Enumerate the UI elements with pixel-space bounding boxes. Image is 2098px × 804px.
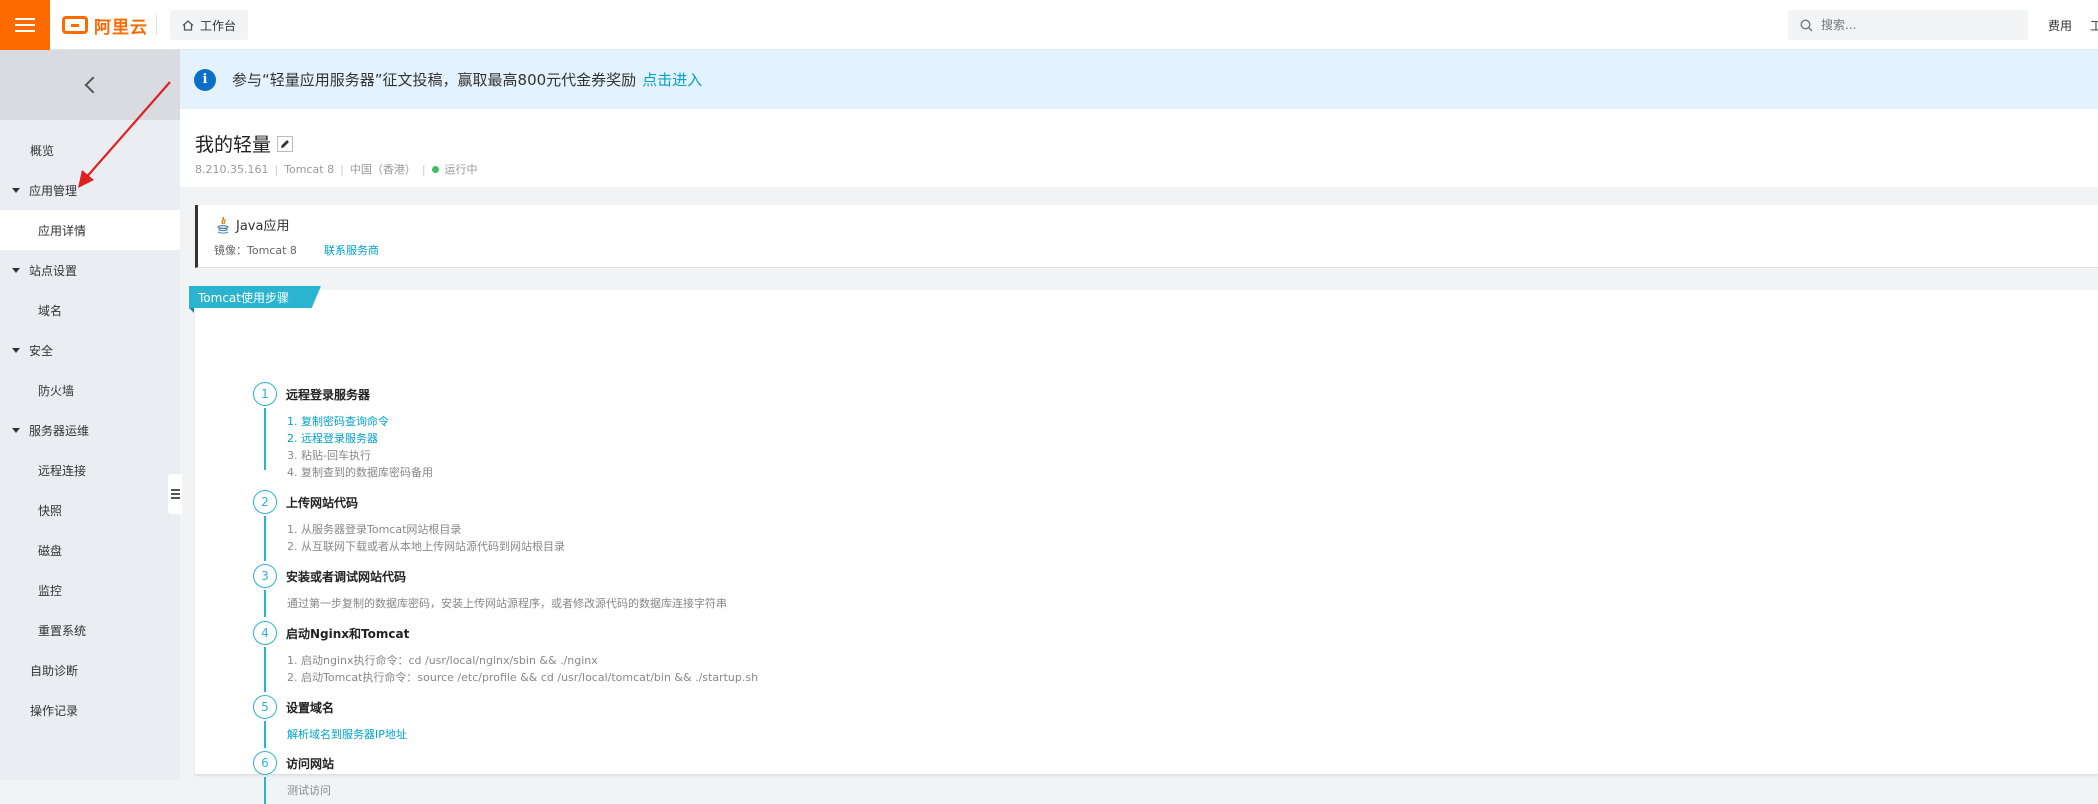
step-title: 启动Nginx和Tomcat <box>286 627 410 641</box>
server-image: Tomcat 8 <box>284 162 335 176</box>
caret-down-icon <box>12 267 20 273</box>
step-body: 1. 启动nginx执行命令：cd /usr/local/nginx/sbin … <box>287 652 758 686</box>
hamburger-menu-icon[interactable] <box>0 0 50 50</box>
list-icon <box>170 489 180 499</box>
step-body: 1. 从服务器登录Tomcat网站根目录 2. 从互联网下载或者从本地上传网站源… <box>287 521 565 555</box>
search-icon <box>1800 18 1813 31</box>
server-header: 我的轻量 8.210.35.161 | Tomcat 8 | 中国（香港） | … <box>180 109 2098 187</box>
remote-login-link[interactable]: 2. 远程登录服务器 <box>287 430 433 447</box>
home-icon <box>182 19 194 31</box>
annotation-arrow-icon <box>78 81 171 188</box>
step-line-text: 1. 启动nginx执行命令：cd /usr/local/nginx/sbin … <box>287 654 598 667</box>
steps-card: 1 远程登录服务器 1. 复制密码查询命令 2. 远程登录服务器 3. 粘贴-回… <box>195 290 2098 804</box>
sidebar-group-server-ops[interactable]: 服务器运维 <box>0 410 180 450</box>
step-line <box>264 516 266 561</box>
app-name: Java应用 <box>216 215 289 234</box>
sidebar-item-disk[interactable]: 磁盘 <box>0 530 180 570</box>
sidebar-group-label: 站点设置 <box>29 263 78 278</box>
caret-down-icon <box>12 347 20 353</box>
notice-banner: i 参与“轻量应用服务器”征文投稿，赢取最高800元代金券奖励 点击进入 <box>180 50 2098 109</box>
meta-separator: | <box>340 162 344 176</box>
sidebar-item-remote-connect[interactable]: 远程连接 <box>0 450 180 490</box>
step-line-text: 3. 粘贴-回车执行 <box>287 449 371 462</box>
step-title: 访问网站 <box>286 757 335 771</box>
step-number: 6 <box>253 751 277 775</box>
sidebar-item-firewall[interactable]: 防火墙 <box>0 370 180 410</box>
step-line-text: 通过第一步复制的数据库密码，安装上传网站源程序，或者修改源代码的数据库连接字符串 <box>287 597 727 610</box>
badge-fold-decoration <box>189 308 194 313</box>
sidebar-item-reset-system[interactable]: 重置系统 <box>0 610 180 650</box>
status-dot-icon <box>431 165 439 173</box>
sidebar-item-monitor[interactable]: 监控 <box>0 570 180 610</box>
step-body: 测试访问 <box>287 782 331 799</box>
step-title: 安装或者调试网站代码 <box>286 570 407 584</box>
server-status: 运行中 <box>444 163 478 176</box>
step-line <box>264 777 266 804</box>
search-input[interactable] <box>1821 18 2011 32</box>
app-name-label: Java应用 <box>236 219 290 234</box>
server-region: 中国（香港） <box>349 163 416 176</box>
edit-icon[interactable] <box>277 135 294 152</box>
caret-down-icon <box>12 427 20 433</box>
step-line <box>264 590 266 617</box>
step-number: 1 <box>253 382 277 406</box>
step-line <box>264 721 266 748</box>
step-body: 1. 复制密码查询命令 2. 远程登录服务器 3. 粘贴-回车执行 4. 复制查… <box>287 413 433 481</box>
step-body: 通过第一步复制的数据库密码，安装上传网站源程序，或者修改源代码的数据库连接字符串 <box>287 595 727 612</box>
step-number: 2 <box>253 490 277 514</box>
caret-down-icon <box>12 187 20 193</box>
step-body: 解析域名到服务器IP地址 <box>287 726 407 743</box>
step-line-text: 测试访问 <box>287 784 331 797</box>
step-line <box>264 647 266 692</box>
aliyun-logo-icon <box>62 16 88 34</box>
step-line-text: 4. 复制查到的数据库密码备用 <box>287 466 433 479</box>
info-icon: i <box>194 68 216 91</box>
sidebar-item-app-detail[interactable]: 应用详情 <box>0 210 180 250</box>
divider <box>156 15 157 35</box>
top-bar: 阿里云 工作台 费用 工 <box>0 0 2098 50</box>
server-ip: 8.210.35.161 <box>195 162 269 176</box>
steps-badge: Tomcat使用步骤 <box>189 286 321 308</box>
app-mirror: 镜像：Tomcat 8 <box>214 244 297 257</box>
step-line-text: 2. 启动Tomcat执行命令：source /etc/profile && c… <box>287 671 759 684</box>
java-icon <box>216 216 230 234</box>
main-content: i 参与“轻量应用服务器”征文投稿，赢取最高800元代金券奖励 点击进入 我的轻… <box>180 50 2098 804</box>
step-number: 5 <box>253 695 277 719</box>
notice-text: 参与“轻量应用服务器”征文投稿，赢取最高800元代金券奖励 <box>232 71 637 89</box>
meta-separator: | <box>421 162 426 176</box>
step-number: 4 <box>253 621 277 645</box>
logo-text: 阿里云 <box>94 17 148 38</box>
step-title: 上传网站代码 <box>286 496 359 510</box>
contact-provider-link[interactable]: 联系服务商 <box>324 242 379 258</box>
sidebar-group-security[interactable]: 安全 <box>0 330 180 370</box>
page-title: 我的轻量 <box>195 130 294 157</box>
step-line <box>264 408 266 470</box>
topbar-truncated-item[interactable]: 工 <box>2090 17 2098 34</box>
aliyun-logo[interactable]: 阿里云 <box>62 12 148 38</box>
sidebar-nav: 概览 应用管理 应用详情 站点设置 域名 安全 防火墙 服务器运维 远程连接 快… <box>0 120 180 730</box>
notice-link[interactable]: 点击进入 <box>642 69 702 90</box>
app-card: Java应用 镜像：Tomcat 8 联系服务商 <box>195 205 2098 268</box>
sidebar-item-operation-log[interactable]: 操作记录 <box>0 690 180 730</box>
sidebar-group-label: 服务器运维 <box>29 423 90 438</box>
copy-password-command-link[interactable]: 1. 复制密码查询命令 <box>287 413 433 430</box>
step-title: 远程登录服务器 <box>286 388 371 402</box>
workbench-label: 工作台 <box>200 18 237 33</box>
sidebar-item-domain[interactable]: 域名 <box>0 290 180 330</box>
step-title: 设置域名 <box>286 701 335 715</box>
sidebar-item-self-diagnosis[interactable]: 自助诊断 <box>0 650 180 690</box>
search-box[interactable] <box>1788 10 2028 40</box>
resolve-domain-link[interactable]: 解析域名到服务器IP地址 <box>287 726 407 743</box>
sidebar-item-snapshot[interactable]: 快照 <box>0 490 180 530</box>
step-line-text: 2. 从互联网下载或者从本地上传网站源代码到网站根目录 <box>287 540 565 553</box>
workbench-button[interactable]: 工作台 <box>170 10 249 40</box>
step-number: 3 <box>253 564 277 588</box>
sidebar-group-label: 安全 <box>29 343 54 358</box>
fee-menu[interactable]: 费用 <box>2048 17 2072 34</box>
step-line-text: 1. 从服务器登录Tomcat网站根目录 <box>287 523 462 536</box>
meta-separator: | <box>274 162 279 176</box>
server-meta: 8.210.35.161 | Tomcat 8 | 中国（香港） | 运行中 <box>195 161 478 177</box>
sidebar-group-site-settings[interactable]: 站点设置 <box>0 250 180 290</box>
server-name: 我的轻量 <box>195 134 272 156</box>
